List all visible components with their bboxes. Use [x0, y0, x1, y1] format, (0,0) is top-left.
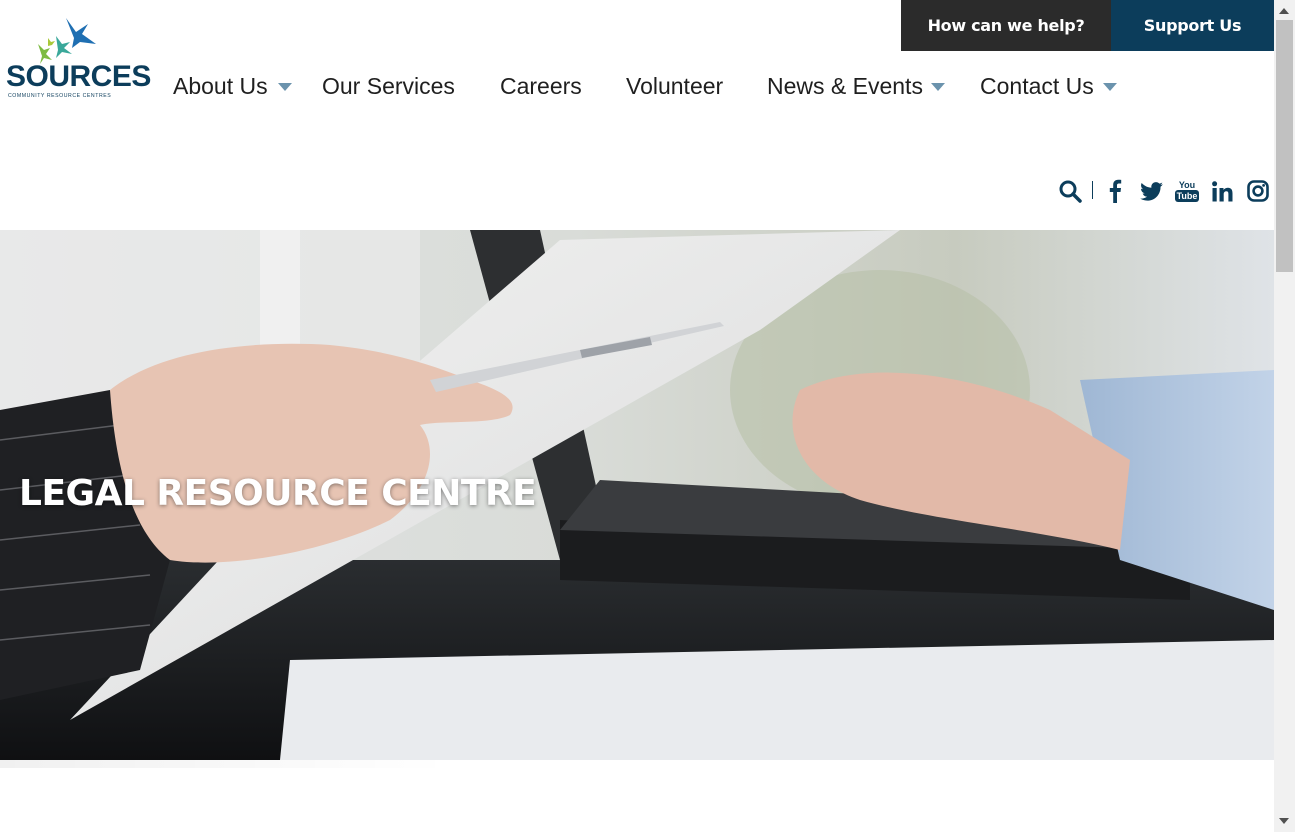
hero-banner: LEGAL RESOURCE CENTRE: [0, 230, 1274, 760]
youtube-text-bottom: Tube: [1174, 189, 1200, 202]
support-us-label: Support Us: [1143, 16, 1242, 35]
youtube-icon[interactable]: You Tube: [1174, 176, 1200, 206]
nav-our-services[interactable]: Our Services: [322, 72, 455, 100]
facebook-icon[interactable]: [1106, 176, 1124, 206]
scroll-thumb[interactable]: [1276, 20, 1293, 272]
chevron-down-icon: [277, 83, 292, 91]
nav-careers-label: Careers: [500, 72, 582, 99]
chevron-down-icon: [1102, 83, 1117, 91]
nav-contact-us-label: Contact Us: [980, 72, 1094, 99]
nav-news-events-label: News & Events: [767, 72, 923, 99]
nav-careers[interactable]: Careers: [500, 72, 582, 100]
scroll-down-arrow-icon[interactable]: [1279, 818, 1289, 824]
page-title: LEGAL RESOURCE CENTRE: [19, 473, 537, 514]
hero-bottom-shadow: [0, 760, 450, 768]
search-icon[interactable]: [1058, 176, 1082, 206]
social-icons-row: You Tube: [0, 176, 1274, 206]
nav-our-services-label: Our Services: [322, 72, 455, 99]
youtube-text-top: You: [1178, 179, 1196, 190]
chevron-down-icon: [930, 83, 945, 91]
nav-volunteer[interactable]: Volunteer: [626, 72, 723, 100]
how-can-we-help-button[interactable]: How can we help?: [901, 0, 1111, 51]
nav-volunteer-label: Volunteer: [626, 72, 724, 99]
nav-about-us-label: About Us: [173, 72, 268, 99]
nav-contact-us[interactable]: Contact Us: [980, 72, 1117, 100]
scroll-up-arrow-icon[interactable]: [1279, 8, 1289, 14]
sources-logo[interactable]: SOURCES COMMUNITY RESOURCE CENTRES: [4, 14, 151, 102]
nav-news-events[interactable]: News & Events: [767, 72, 945, 100]
nav-about-us[interactable]: About Us: [173, 72, 292, 100]
how-can-we-help-label: How can we help?: [927, 16, 1085, 35]
birds-logo-icon: [38, 18, 96, 64]
instagram-icon[interactable]: [1246, 176, 1270, 206]
twitter-icon[interactable]: [1139, 176, 1163, 206]
social-divider: [1092, 181, 1093, 199]
logo-tagline: COMMUNITY RESOURCE CENTRES: [8, 93, 112, 99]
logo-wordmark: SOURCES: [6, 60, 151, 93]
linkedin-icon[interactable]: [1211, 176, 1233, 206]
page-scrollbar[interactable]: [1274, 0, 1295, 832]
support-us-button[interactable]: Support Us: [1111, 0, 1274, 51]
